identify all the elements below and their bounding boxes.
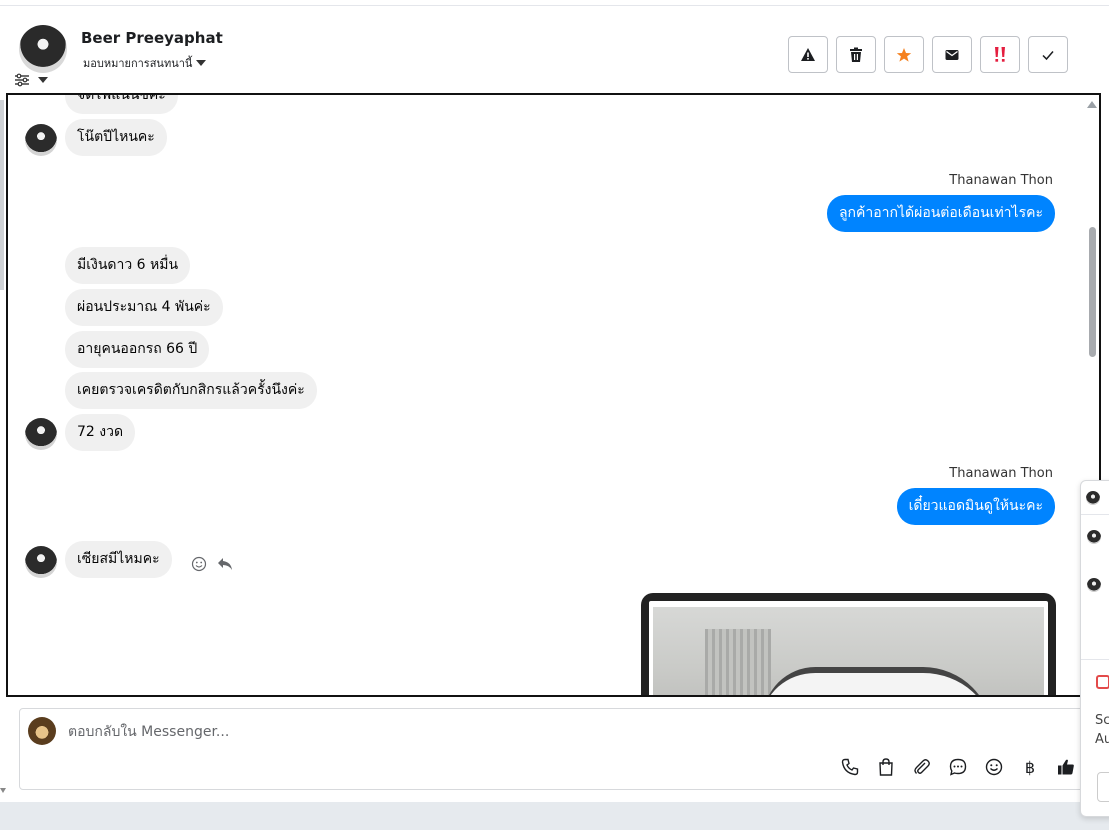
message-bubble-incoming[interactable]: ผ่อนประมาณ 4 พันค่ะ bbox=[65, 289, 223, 326]
payment-button[interactable]: ฿ bbox=[1018, 755, 1042, 779]
message-bubble-incoming[interactable]: มีเงินดาว 6 หมื่น bbox=[65, 247, 191, 284]
popup-list-avatar[interactable] bbox=[1087, 578, 1101, 592]
baht-icon: ฿ bbox=[1024, 757, 1036, 777]
message-bubble-incoming[interactable]: โน๊ตปีไหนคะ bbox=[65, 119, 167, 156]
conversation-header: Beer Preeyaphat มอบหมายการสนทนานี้ bbox=[0, 6, 1100, 94]
popup-action-button[interactable] bbox=[1097, 772, 1109, 802]
emoji-icon bbox=[985, 758, 1003, 776]
contact-avatar[interactable] bbox=[19, 25, 67, 73]
contact-avatar-small[interactable] bbox=[25, 124, 57, 156]
sender-name: Thanawan Thon bbox=[949, 173, 1053, 188]
messenger-inbox-window: Beer Preeyaphat มอบหมายการสนทนานี้ จัดไฟ… bbox=[0, 0, 1109, 830]
saved-replies-button[interactable] bbox=[946, 755, 970, 779]
contact-name[interactable]: Beer Preeyaphat bbox=[81, 29, 223, 47]
report-button[interactable] bbox=[788, 36, 828, 73]
conversation-actions bbox=[788, 36, 1068, 73]
call-button[interactable] bbox=[838, 755, 862, 779]
popup-avatar bbox=[1086, 491, 1100, 505]
attach-button[interactable] bbox=[910, 755, 934, 779]
star-button[interactable] bbox=[884, 36, 924, 73]
car-photo[interactable] bbox=[653, 607, 1044, 695]
scroll-thumb[interactable] bbox=[1089, 227, 1096, 357]
chat-bubble-icon bbox=[949, 758, 967, 776]
composer-toolbar: ฿ bbox=[838, 755, 1078, 779]
popup-divider bbox=[1081, 514, 1109, 515]
shopping-bag-icon bbox=[879, 758, 893, 776]
contact-avatar-small[interactable] bbox=[25, 418, 57, 450]
phone-icon bbox=[841, 758, 859, 776]
popup-divider bbox=[1081, 659, 1109, 660]
message-bubble-outgoing[interactable]: ลูกค้าอากได้ผ่อนต่อเดือนเท่าไรคะ bbox=[826, 195, 1055, 232]
shop-button[interactable] bbox=[874, 755, 898, 779]
scroll-down-arrow-icon[interactable] bbox=[0, 788, 6, 793]
warning-icon bbox=[801, 47, 815, 61]
emoji-button[interactable] bbox=[982, 755, 1006, 779]
thumbs-up-icon bbox=[1058, 759, 1074, 775]
mark-unread-button[interactable] bbox=[932, 36, 972, 73]
mark-done-button[interactable] bbox=[1028, 36, 1068, 73]
message-bubble-outgoing[interactable]: เดี๋ยวแอดมินดูให้นะคะ bbox=[896, 488, 1055, 525]
paperclip-icon bbox=[914, 759, 930, 774]
chevron-down-icon bbox=[196, 60, 207, 66]
image-frame bbox=[649, 601, 1048, 695]
message-hover-actions bbox=[191, 556, 233, 572]
contact-avatar-small[interactable] bbox=[25, 546, 57, 578]
popup-text-line: Sc bbox=[1095, 713, 1109, 728]
check-icon bbox=[1042, 50, 1054, 60]
filter-toggle[interactable] bbox=[14, 72, 54, 88]
assign-label: มอบหมายการสนทนานี้ bbox=[83, 57, 193, 70]
app-logo-icon bbox=[1096, 675, 1109, 689]
sliders-icon bbox=[15, 73, 29, 87]
priority-button[interactable] bbox=[980, 36, 1020, 73]
message-bubble-incoming[interactable]: อายุคนออกรถ 66 ปี bbox=[65, 331, 210, 368]
photo-garage-door bbox=[705, 629, 771, 695]
side-popup-panel[interactable]: Sc Au bbox=[1080, 480, 1109, 817]
envelope-icon bbox=[945, 49, 959, 60]
reply-icon[interactable] bbox=[217, 557, 233, 571]
popup-list-avatar[interactable] bbox=[1087, 530, 1101, 544]
page-avatar bbox=[28, 717, 56, 745]
assign-conversation-dropdown[interactable]: มอบหมายการสนทนานี้ bbox=[83, 54, 207, 72]
message-bubble-incoming[interactable]: เซียสมีไหมคะ bbox=[65, 541, 172, 578]
image-attachment[interactable] bbox=[641, 593, 1056, 695]
message-bubble-incoming[interactable]: จัดไฟแนนซ์คะ bbox=[65, 95, 178, 114]
popup-text-line: Au bbox=[1095, 732, 1109, 747]
reply-input[interactable] bbox=[68, 717, 968, 747]
window-bottom-bar bbox=[0, 802, 1109, 830]
delete-button[interactable] bbox=[836, 36, 876, 73]
like-button[interactable] bbox=[1054, 755, 1078, 779]
message-bubble-incoming[interactable]: 72 งวด bbox=[65, 414, 136, 451]
left-scrollbar[interactable] bbox=[0, 100, 4, 290]
star-icon bbox=[896, 47, 912, 62]
photo-car bbox=[763, 667, 993, 695]
trash-icon bbox=[850, 47, 862, 62]
chevron-down-icon bbox=[38, 77, 48, 83]
double-exclamation-icon bbox=[995, 46, 1005, 62]
scroll-up-arrow-icon[interactable] bbox=[1087, 101, 1097, 108]
sender-name: Thanawan Thon bbox=[949, 466, 1053, 481]
emoji-reaction-icon[interactable] bbox=[191, 556, 207, 572]
message-bubble-incoming[interactable]: เคยตรวจเครดิตกับกสิกรแล้วครั้งนึงค่ะ bbox=[65, 372, 317, 409]
message-thread: จัดไฟแนนซ์คะ โน๊ตปีไหนคะ Thanawan Thon ล… bbox=[6, 93, 1101, 697]
reply-composer: ฿ bbox=[19, 708, 1089, 790]
